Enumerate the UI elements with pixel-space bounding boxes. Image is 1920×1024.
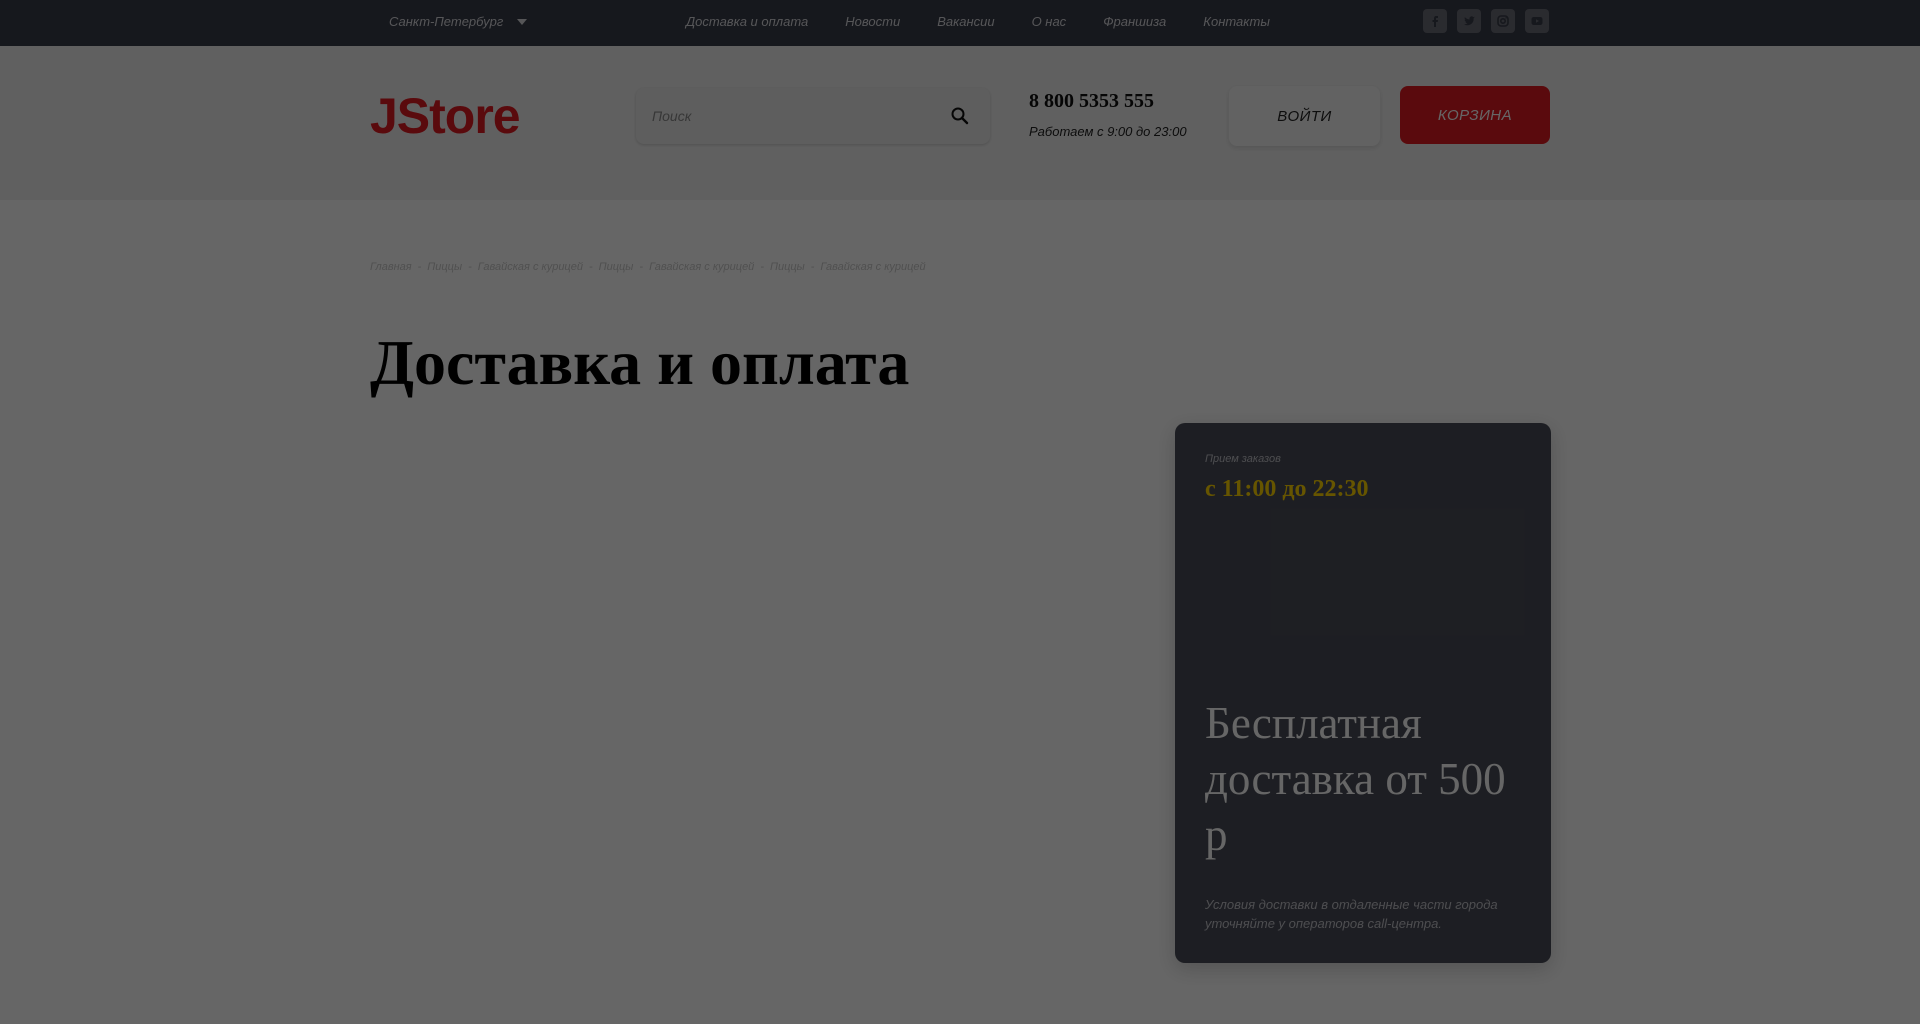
social-links <box>1423 9 1549 33</box>
breadcrumb-item[interactable]: Пиццы <box>770 261 805 273</box>
free-delivery-promo: Бесплатная доставка от 500 р <box>1205 698 1506 860</box>
breadcrumb-item[interactable]: Пиццы <box>427 261 462 273</box>
delivery-info-card: Прием заказов с 11:00 до 22:30 Бесплатна… <box>1175 423 1551 963</box>
breadcrumb-item[interactable]: Главная <box>370 261 412 273</box>
delivery-note: Условия доставки в отдаленные части горо… <box>1205 897 1498 931</box>
breadcrumb-separator: - <box>468 261 472 273</box>
breadcrumb-separator: - <box>639 261 644 273</box>
nav-link-franchise[interactable]: Франшиза <box>1103 14 1166 29</box>
breadcrumb-separator: - <box>417 261 422 273</box>
city-label: Санкт-Петербург <box>389 14 504 29</box>
nav-link-vacancies[interactable]: Вакансии <box>937 14 994 29</box>
page-title: Доставка и оплата <box>370 327 910 398</box>
facebook-icon[interactable] <box>1423 9 1447 33</box>
order-hours-value: с 11:00 до 22:30 <box>1205 476 1369 502</box>
nav-link-about[interactable]: О нас <box>1032 14 1067 29</box>
instagram-icon[interactable] <box>1491 9 1515 33</box>
nav-link-contacts[interactable]: Контакты <box>1203 14 1270 29</box>
twitter-icon[interactable] <box>1457 9 1481 33</box>
search-icon[interactable] <box>950 106 970 126</box>
breadcrumb-separator: - <box>760 261 764 273</box>
login-button[interactable]: ВОЙТИ <box>1229 86 1380 146</box>
header: JStore 8 800 5353 555 Работаем с 9:00 до… <box>0 46 1920 200</box>
order-hours-label: Прием заказов <box>1205 453 1281 465</box>
topbar: Санкт-Петербург Доставка и оплата Новост… <box>0 0 1920 46</box>
breadcrumb-separator: - <box>810 261 815 273</box>
breadcrumb: Главная - Пиццы - Гавайская с курицей - … <box>370 261 926 273</box>
search-box <box>636 88 990 144</box>
nav-link-news[interactable]: Новости <box>845 14 900 29</box>
chevron-down-icon <box>517 18 528 25</box>
logo[interactable]: JStore <box>370 86 521 146</box>
breadcrumb-item[interactable]: Гавайская с курицей <box>478 261 583 273</box>
breadcrumb-item[interactable]: Гавайская с курицей <box>649 261 754 273</box>
topbar-inner: Санкт-Петербург Доставка и оплата Новост… <box>370 0 1550 46</box>
phone-number[interactable]: 8 800 5353 555 <box>1029 90 1154 113</box>
top-navigation: Доставка и оплата Новости Вакансии О нас… <box>686 14 1270 29</box>
nav-link-delivery[interactable]: Доставка и оплата <box>686 14 808 29</box>
youtube-icon[interactable] <box>1525 9 1549 33</box>
cart-button[interactable]: КОРЗИНА <box>1400 86 1550 144</box>
working-hours: Работаем с 9:00 до 23:00 <box>1029 124 1187 139</box>
breadcrumb-item: Гавайская с курицей <box>820 261 926 273</box>
logo-text: JStore <box>370 88 521 144</box>
city-selector[interactable]: Санкт-Петербург <box>389 14 528 29</box>
breadcrumb-item[interactable]: Пиццы <box>599 261 634 273</box>
search-input[interactable] <box>652 88 932 144</box>
breadcrumb-separator: - <box>588 261 593 273</box>
